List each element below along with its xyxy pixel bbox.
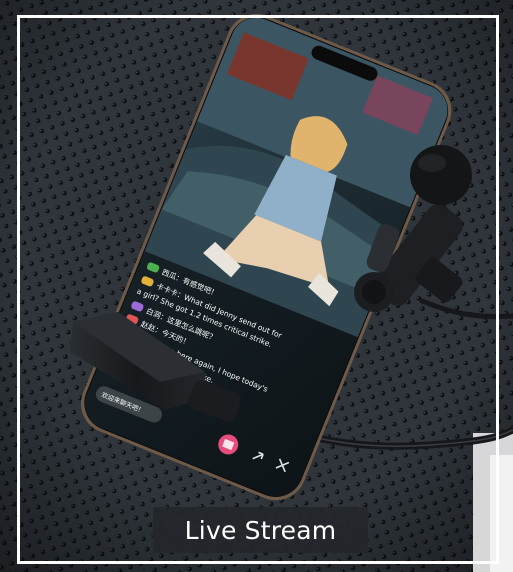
caption-text: Live Stream (184, 515, 337, 545)
foam-windscreen-icon (410, 145, 472, 205)
product-scene: 西瓜：有感觉吧！ 卡卡卡：What did Jenny send out for… (0, 0, 513, 572)
caption-box: Live Stream (153, 507, 368, 553)
product-photo: 西瓜：有感觉吧！ 卡卡卡：What did Jenny send out for… (0, 0, 513, 572)
